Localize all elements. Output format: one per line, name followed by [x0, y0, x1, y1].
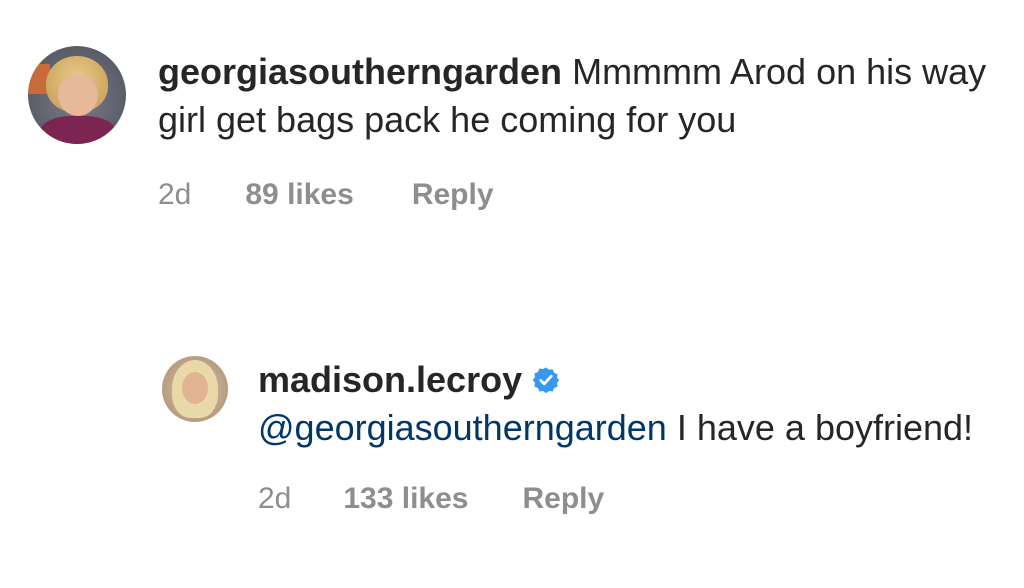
comments-screen: georgiasoutherngarden Mmmmm Arod on his … — [0, 0, 1024, 588]
comment-text-block: georgiasoutherngarden Mmmmm Arod on his … — [158, 48, 988, 144]
comment-username[interactable]: madison.lecroy — [258, 359, 522, 400]
comment-item: georgiasoutherngarden Mmmmm Arod on his … — [28, 46, 998, 212]
comment-likes[interactable]: 133 likes — [343, 482, 468, 516]
avatar[interactable] — [162, 356, 228, 422]
comment-username[interactable]: georgiasoutherngarden — [158, 51, 562, 92]
comment-meta: 2d 133 likes Reply — [258, 482, 978, 516]
comment-likes[interactable]: 89 likes — [245, 178, 353, 212]
comment-meta: 2d 89 likes Reply — [158, 178, 988, 212]
comment-text-block: madison.lecroy @georgiasoutherngarden I h… — [258, 356, 978, 452]
comment-reply-item: madison.lecroy @georgiasoutherngarden I h… — [162, 356, 1002, 516]
mention-link[interactable]: @georgiasoutherngarden — [258, 407, 667, 448]
comment-content: georgiasoutherngarden Mmmmm Arod on his … — [158, 46, 988, 212]
avatar[interactable] — [28, 46, 126, 144]
reply-button[interactable]: Reply — [412, 178, 494, 212]
comment-time: 2d — [158, 178, 192, 211]
comment-time: 2d — [258, 482, 292, 515]
verified-badge-icon — [532, 367, 560, 394]
reply-button[interactable]: Reply — [523, 482, 605, 516]
comment-content: madison.lecroy @georgiasoutherngarden I h… — [258, 356, 978, 516]
comment-text: I have a boyfriend! — [676, 407, 974, 448]
